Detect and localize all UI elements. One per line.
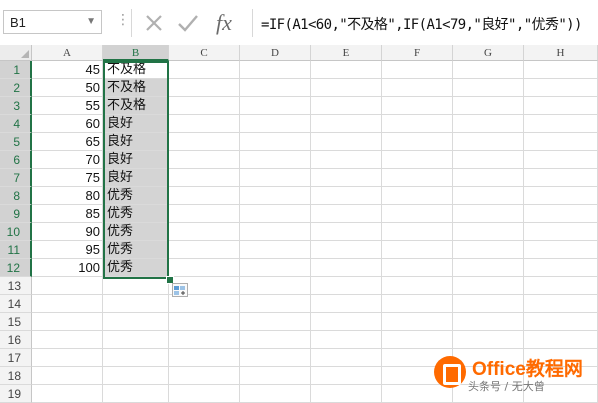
select-all-corner[interactable] (0, 45, 32, 61)
cell-b2[interactable]: 不及格 (103, 79, 167, 96)
cell-b10[interactable]: 优秀 (103, 223, 167, 240)
gridline-vertical (239, 61, 240, 403)
paste-options-icon[interactable] (172, 283, 188, 297)
cell-a9[interactable]: 85 (32, 205, 102, 223)
cell-a6[interactable]: 70 (32, 151, 102, 169)
cell-b8[interactable]: 优秀 (103, 187, 167, 204)
cell-b11[interactable]: 优秀 (103, 241, 167, 258)
select-all-icon (21, 50, 29, 58)
office-logo-icon (434, 356, 466, 388)
row-header-17[interactable]: 17 (0, 349, 32, 367)
cell-a4[interactable]: 60 (32, 115, 102, 133)
row-header-19[interactable]: 19 (0, 385, 32, 403)
cell-a1[interactable]: 45 (32, 61, 102, 79)
cell-a3[interactable]: 55 (32, 97, 102, 115)
cell-a10[interactable]: 90 (32, 223, 102, 241)
column-header-e[interactable]: E (311, 45, 382, 61)
row-header-8[interactable]: 8 (0, 187, 32, 205)
row-header-16[interactable]: 16 (0, 331, 32, 349)
column-header-f[interactable]: F (382, 45, 453, 61)
formula-text: =IF(A1<60,"不及格",IF(A1<79,"良好","优秀")) (261, 17, 582, 33)
gridline-horizontal (32, 330, 598, 331)
row-header-4[interactable]: 4 (0, 115, 32, 133)
gridline-horizontal (32, 312, 598, 313)
insert-function-button[interactable]: fx (208, 9, 240, 37)
column-header-c[interactable]: C (169, 45, 240, 61)
row-header-14[interactable]: 14 (0, 295, 32, 313)
gridline-vertical (310, 61, 311, 403)
formula-bar-area: B1 ▼ ⋮ fx =IF(A1<60,"不及格",IF(A1<79,"良好",… (0, 0, 598, 46)
cell-b5[interactable]: 良好 (103, 133, 167, 150)
row-header-15[interactable]: 15 (0, 313, 32, 331)
cell-a7[interactable]: 75 (32, 169, 102, 187)
cell-a8[interactable]: 80 (32, 187, 102, 205)
cell-b4[interactable]: 良好 (103, 115, 167, 132)
cell-a11[interactable]: 95 (32, 241, 102, 259)
row-header-18[interactable]: 18 (0, 367, 32, 385)
chevron-down-icon[interactable]: ▼ (86, 16, 96, 27)
cell-b12[interactable]: 优秀 (103, 259, 167, 276)
cell-a2[interactable]: 50 (32, 79, 102, 97)
row-header-6[interactable]: 6 (0, 151, 32, 169)
formula-buttons: fx (131, 9, 246, 37)
gridline-horizontal (32, 348, 598, 349)
row-header-7[interactable]: 7 (0, 169, 32, 187)
gridline-vertical (168, 61, 169, 403)
cell-b1[interactable]: 不及格 (103, 61, 167, 78)
enter-check-icon[interactable] (172, 9, 204, 37)
gridline-horizontal (32, 276, 598, 277)
gridline-vertical (381, 61, 382, 403)
cell-b9[interactable]: 优秀 (103, 205, 167, 222)
row-header-11[interactable]: 11 (0, 241, 32, 259)
cell-b6[interactable]: 良好 (103, 151, 167, 168)
watermark-title: Office教程网 (472, 359, 583, 380)
column-header-d[interactable]: D (240, 45, 311, 61)
cell-a12[interactable]: 100 (32, 259, 102, 277)
column-header-a[interactable]: A (32, 45, 103, 61)
row-header-12[interactable]: 12 (0, 259, 32, 277)
formula-input[interactable]: =IF(A1<60,"不及格",IF(A1<79,"良好","优秀")) (252, 9, 598, 37)
watermark-subtitle: 头条号 / 无大曾 (468, 380, 545, 393)
row-header-3[interactable]: 3 (0, 97, 32, 115)
gridline-horizontal (32, 294, 598, 295)
column-header-g[interactable]: G (453, 45, 524, 61)
cell-a5[interactable]: 65 (32, 133, 102, 151)
cell-b3[interactable]: 不及格 (103, 97, 167, 114)
row-header-1[interactable]: 1 (0, 61, 32, 79)
name-box-value: B1 (10, 15, 26, 30)
row-header-5[interactable]: 5 (0, 133, 32, 151)
row-header-2[interactable]: 2 (0, 79, 32, 97)
column-header-h[interactable]: H (524, 45, 598, 61)
row-header-13[interactable]: 13 (0, 277, 32, 295)
row-header-9[interactable]: 9 (0, 205, 32, 223)
watermark: Office教程网 头条号 / 无大曾 (432, 350, 598, 403)
cancel-icon[interactable] (138, 9, 170, 37)
column-header-b[interactable]: B (103, 45, 169, 61)
cell-b7[interactable]: 良好 (103, 169, 167, 186)
row-header-10[interactable]: 10 (0, 223, 32, 241)
more-options-icon[interactable]: ⋮ (116, 12, 130, 26)
name-box[interactable]: B1 ▼ (3, 10, 102, 34)
